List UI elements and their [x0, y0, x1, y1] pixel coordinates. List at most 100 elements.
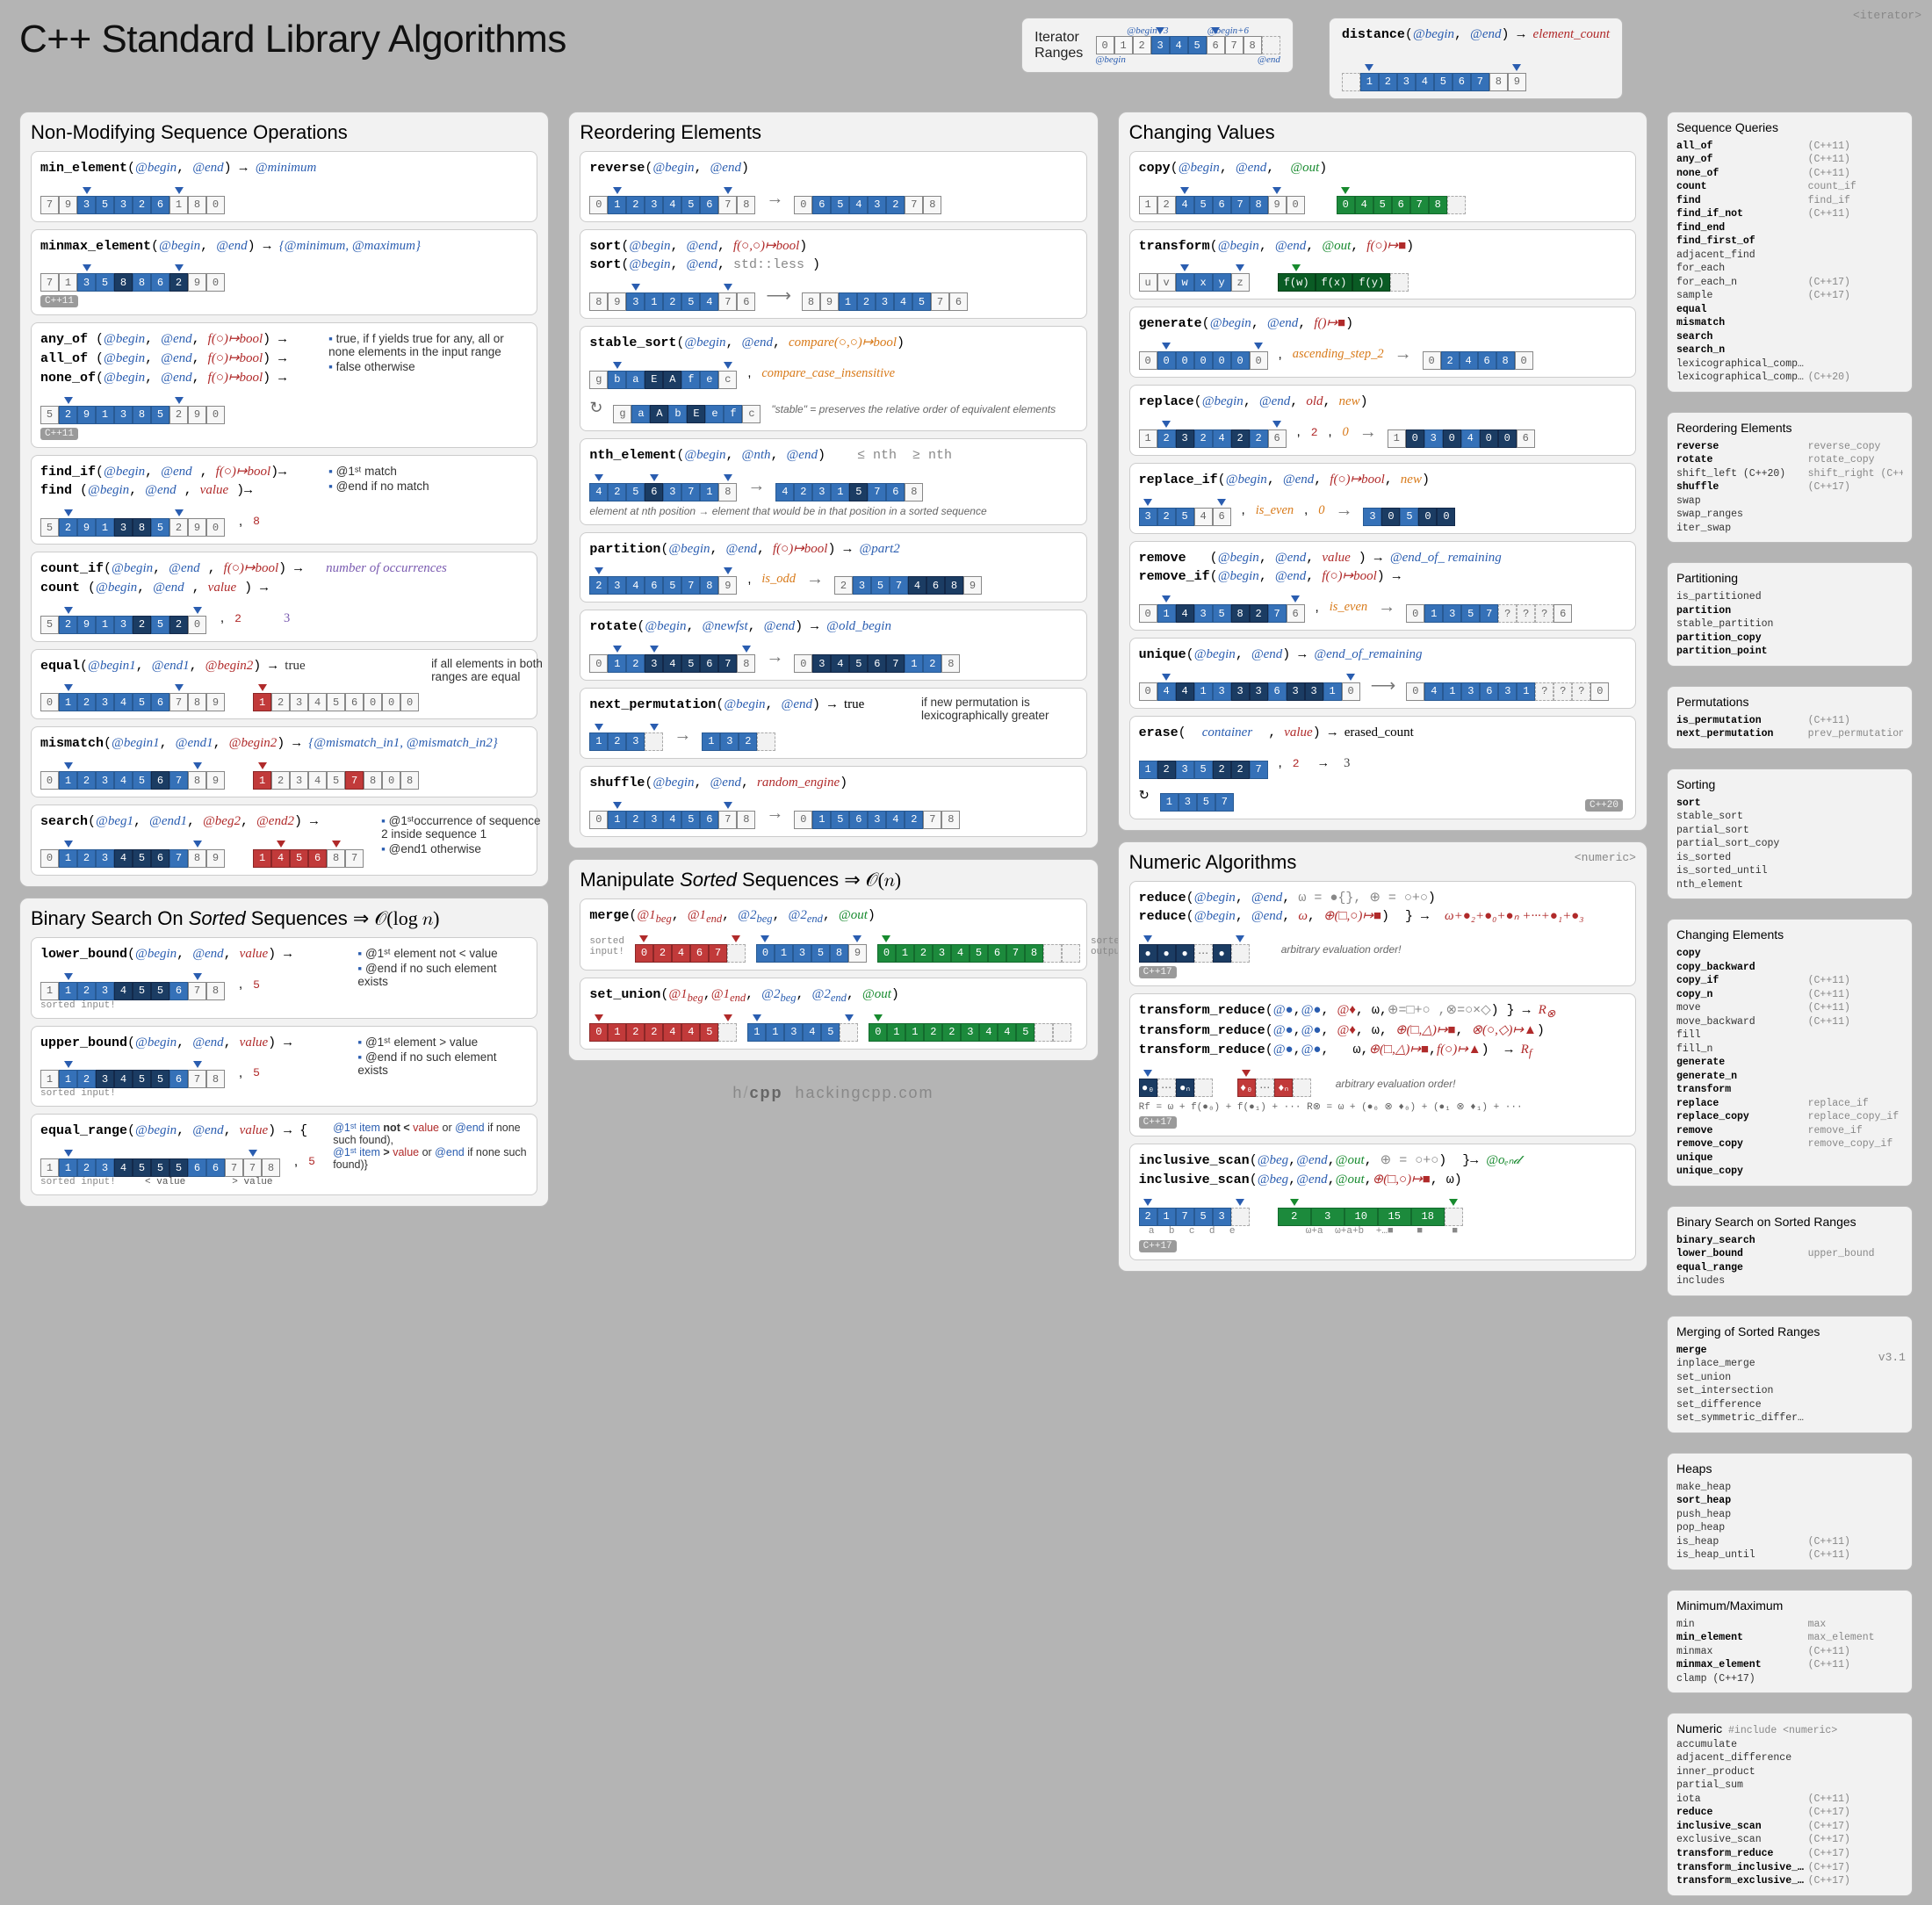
- sidebar-item: set_union: [1676, 1371, 1903, 1385]
- note: element at nth position → element that w…: [589, 505, 1077, 517]
- sidebar-minmax: Minimum/Maximumminmaxmin_elementmax_elem…: [1667, 1590, 1913, 1693]
- fn-name: reverse: [589, 161, 645, 176]
- sidebar-item: for_each: [1676, 262, 1903, 276]
- fn-name: transform_reduce: [1139, 1023, 1265, 1038]
- sidebar-item: set_intersection: [1676, 1384, 1903, 1398]
- ret: @old_begin: [826, 619, 891, 633]
- iterator-ranges-card: Iterator Ranges @begin+3 @begin+6 012 3 …: [1021, 18, 1294, 73]
- generator-name: ascending_step_2: [1293, 347, 1384, 362]
- arg: @end: [782, 697, 812, 711]
- version-label: v3.1: [1878, 1351, 1906, 1364]
- ret: @end_of_remaining: [1314, 647, 1422, 661]
- iterator-ranges-title: Iterator Ranges: [1034, 30, 1083, 61]
- fn-name: lower_bound: [40, 947, 127, 962]
- sidebar-item: binary_search: [1676, 1234, 1903, 1248]
- arg: @end: [161, 351, 191, 365]
- arg: @end1: [149, 814, 187, 828]
- arg-v: value: [1322, 551, 1350, 565]
- sidebar-title: Binary Search on Sorted Ranges: [1676, 1214, 1903, 1230]
- sidebar-permutations: Permutationsis_permutation(C++11)next_pe…: [1667, 686, 1913, 749]
- sidebar-item: minmax_element(C++11): [1676, 1658, 1903, 1672]
- sidebar-item: any_of(C++11): [1676, 153, 1903, 167]
- sidebar-item: pop_heap: [1676, 1521, 1903, 1535]
- arg: @begin: [724, 697, 765, 711]
- ret: @minimum: [256, 161, 317, 175]
- value-label: 2: [234, 612, 242, 625]
- arg: @beg: [1258, 1173, 1288, 1187]
- sidebar-item: shift_left (C++20)shift_right (C++20): [1676, 467, 1903, 481]
- value-label: 8: [253, 515, 260, 528]
- fn-name: find: [40, 483, 72, 498]
- fn-name: inclusive_scan: [1139, 1153, 1250, 1168]
- sidebar-title: Heaps: [1676, 1461, 1903, 1477]
- sidebar-item: includes: [1676, 1274, 1903, 1288]
- arg: @end: [1251, 909, 1282, 923]
- arg: @nth: [742, 448, 771, 462]
- sidebar-item: sample(C++17): [1676, 289, 1903, 303]
- value-label: 2: [1293, 757, 1300, 770]
- sidebar-title: Minimum/Maximum: [1676, 1598, 1903, 1614]
- arg-f: f(○)↦bool: [773, 542, 827, 556]
- arg: @end: [1267, 316, 1298, 330]
- sidebar-item: is_sorted: [1676, 851, 1903, 865]
- arg-v: value: [1284, 725, 1312, 740]
- arg-f: f(○)↦bool: [216, 465, 270, 479]
- fn-name: unique: [1139, 647, 1186, 662]
- arg: @end1: [176, 736, 213, 750]
- sorted-input-label: sorted input!: [40, 1177, 116, 1187]
- card-generate: generate(@begin, @end, f()↦■) 0000000 , …: [1129, 307, 1636, 378]
- sidebar-numeric: Numeric #include <numeric>accumulateadja…: [1667, 1713, 1913, 1895]
- arg-f: f(○)↦bool: [208, 371, 263, 385]
- brand-site: hackingcpp.com: [795, 1084, 934, 1101]
- arg-f: f(○)↦■: [1366, 239, 1406, 253]
- arg: @end: [161, 371, 191, 385]
- fn-name: min_element: [40, 161, 127, 176]
- arg: @begin: [112, 561, 153, 575]
- fn-name: reduce: [1139, 891, 1186, 906]
- ret: @part2: [859, 542, 899, 556]
- sidebar-partitioning: Partitioningis_partitionedpartitionstabl…: [1667, 562, 1913, 666]
- sidebar-seq-queries: Sequence Queriesall_of(C++11)any_of(C++1…: [1667, 112, 1913, 393]
- sidebar-title: Sequence Queries: [1676, 119, 1903, 136]
- arg: @begin: [104, 465, 145, 479]
- comparator-name: compare_case_insensitive: [761, 366, 895, 381]
- arg: @end: [192, 1035, 223, 1050]
- sidebar-item: equal: [1676, 303, 1903, 317]
- sidebar-item: set_symmetric_difference: [1676, 1411, 1903, 1425]
- value-label: 5: [308, 1155, 315, 1168]
- section-title: Binary Search On Sorted Sequences ⇒ 𝒪(lo…: [31, 907, 537, 930]
- sidebar-item: find_if_not(C++11): [1676, 207, 1903, 221]
- arg: @end1: [152, 659, 190, 673]
- sidebar-item: mismatch: [1676, 316, 1903, 330]
- arg: @end: [1296, 1173, 1327, 1187]
- sidebar-item: countcount_if: [1676, 180, 1903, 194]
- sidebar-item: replacereplace_if: [1676, 1097, 1903, 1111]
- arg: @begin: [1218, 569, 1259, 583]
- arg: @begin: [629, 239, 670, 253]
- arg: @begin: [1226, 473, 1267, 487]
- ret: ω+●₂+●₀+●ₙ +···+●₁+●₃: [1445, 909, 1583, 923]
- arg: @begin: [1202, 394, 1244, 408]
- arg-f: f(○,○)↦bool: [733, 239, 799, 253]
- fn-name: set_union: [589, 987, 660, 1002]
- card-mismatch: mismatch(@begin1, @end1, @begin2) → {@mi…: [31, 726, 537, 797]
- result-label: 3: [1344, 756, 1350, 771]
- bullet: true, if f yields true for any, all or n…: [328, 332, 528, 358]
- arg: @begin: [1194, 891, 1236, 905]
- fn-name: search: [40, 814, 88, 829]
- arg-f: f(○)↦bool: [208, 351, 263, 365]
- fn-name: transform: [1139, 239, 1210, 254]
- sidebar-item: transform_reduce(C++17): [1676, 1847, 1903, 1861]
- arg: @begin: [1218, 239, 1259, 253]
- sidebar-item: inclusive_scan(C++17): [1676, 1820, 1903, 1834]
- sidebar-item: reduce(C++17): [1676, 1806, 1903, 1820]
- bullet: false otherwise: [328, 360, 528, 373]
- sidebar-item: partial_sort: [1676, 824, 1903, 838]
- arg: container: [1202, 725, 1253, 740]
- gt-value-label: > value: [232, 1177, 272, 1187]
- fn-name: all_of: [40, 351, 88, 366]
- section-title: Reordering Elements: [580, 121, 1086, 144]
- sidebar-item: copy_if(C++11): [1676, 974, 1903, 988]
- geq-nth-label: ≥ nth: [912, 448, 952, 463]
- arg: @end: [1275, 551, 1306, 565]
